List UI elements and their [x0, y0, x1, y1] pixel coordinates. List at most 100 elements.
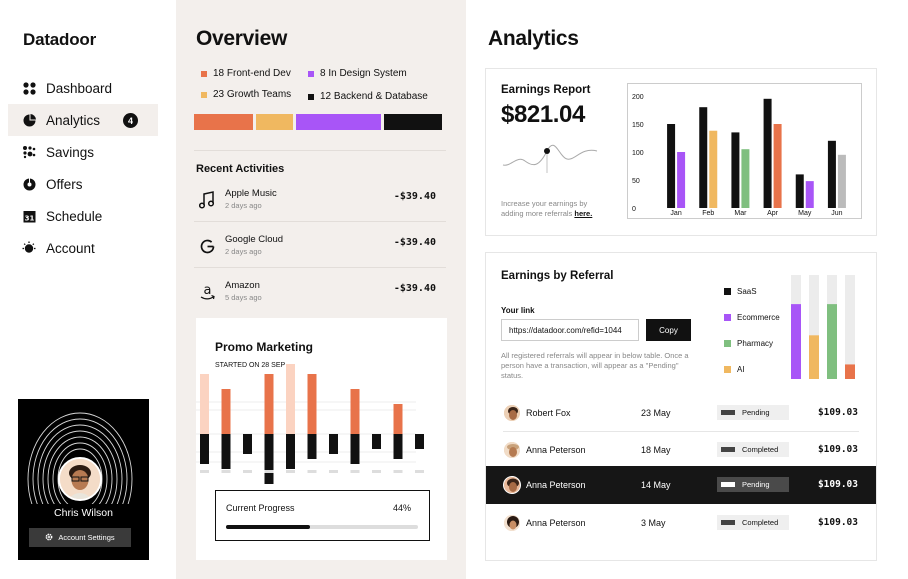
referral-amount: $109.03 — [817, 479, 858, 490]
progress-track — [226, 525, 418, 529]
chart-bar — [795, 174, 804, 208]
sidebar-item-savings[interactable]: Savings — [8, 136, 158, 168]
promo-bar-lower — [307, 434, 317, 459]
status-label: Completed — [742, 518, 779, 527]
x-tick-label: Feb — [702, 210, 714, 217]
account-settings-label: Account Settings — [58, 533, 115, 542]
referral-date: 14 May — [641, 480, 671, 490]
referral-bar-fill — [791, 304, 801, 379]
copy-button[interactable]: Copy — [646, 319, 691, 341]
referral-amount: $109.03 — [817, 407, 858, 418]
promo-bar-lower — [243, 434, 252, 454]
google-icon — [198, 237, 216, 255]
promo-bar-cap — [200, 470, 209, 473]
progress-fill — [226, 525, 311, 529]
list-item[interactable]: Google Cloud 2 days ago -$39.40 — [196, 232, 436, 268]
table-row-highlighted[interactable]: Anna Peterson 14 May Pending $109.03 — [486, 466, 876, 504]
legend-item: AI — [724, 365, 745, 374]
chart-bar — [773, 124, 782, 208]
bar-segment-design — [296, 114, 381, 130]
calendar-icon: 31 — [22, 209, 36, 223]
promo-bar-lower — [286, 434, 295, 469]
promo-bar-upper — [221, 389, 231, 434]
earnings-bar-chart: 0 50 100 150 200 Jan Feb Mar Apr May Jun — [632, 94, 846, 217]
y-tick-label: 0 — [632, 206, 636, 213]
music-note-icon — [198, 191, 216, 209]
legend-label: Ecommerce — [737, 313, 780, 322]
sidebar-item-analytics[interactable]: Analytics 4 — [8, 104, 158, 136]
promo-bar-cap — [415, 470, 424, 473]
legend-label: 23 Growth Teams — [213, 89, 292, 100]
bar-segment-growth — [256, 114, 293, 130]
referral-name: Robert Fox — [526, 408, 571, 418]
promo-bar-cap — [243, 470, 252, 473]
promo-bar-upper — [350, 389, 360, 434]
profile-card: Chris Wilson Account Settings — [18, 399, 149, 560]
legend-swatch — [724, 340, 731, 347]
sidebar-item-label: Dashboard — [46, 80, 113, 96]
notification-badge: 4 — [123, 113, 138, 128]
chart-bar — [699, 107, 708, 208]
calendar-icon-text: 31 — [24, 214, 34, 222]
list-item[interactable]: a Amazon 5 days ago -$39.40 — [196, 278, 436, 314]
sidebar-item-dashboard[interactable]: Dashboard — [8, 72, 158, 104]
referral-amount: $109.03 — [817, 444, 858, 455]
referral-link-field[interactable]: https://datadoor.com/refid=1044 — [501, 319, 639, 341]
referral-name: Anna Peterson — [526, 518, 586, 528]
account-settings-button[interactable]: Account Settings — [29, 528, 131, 547]
sparkline-marker — [544, 148, 550, 154]
legend-item: Ecommerce — [724, 313, 780, 322]
x-tick-label: May — [798, 210, 812, 217]
table-row[interactable]: Anna Peterson 3 May Completed $109.03 — [486, 504, 876, 542]
legend-swatch — [308, 93, 314, 100]
profile-name: Chris Wilson — [54, 507, 113, 519]
sidebar-item-offers[interactable]: Offers — [8, 168, 158, 200]
status-badge: Completed — [717, 442, 789, 457]
referral-bar-fill — [809, 335, 819, 379]
activity-name: Amazon — [225, 280, 260, 291]
list-item[interactable]: Apple Music 2 days ago -$39.40 — [196, 186, 436, 222]
chart-bar — [741, 149, 750, 208]
promo-bar-lower — [350, 434, 360, 464]
divider — [194, 221, 446, 222]
status-badge: Pending — [717, 477, 789, 492]
legend-swatch — [308, 70, 314, 77]
pie-chart-icon — [22, 113, 36, 127]
avatar — [503, 404, 521, 422]
promo-bar-cap — [329, 470, 338, 473]
status-label: Completed — [742, 445, 779, 454]
table-row[interactable]: Robert Fox 23 May Pending $109.03 — [486, 394, 876, 432]
referral-date: 18 May — [641, 445, 671, 455]
legend-swatch — [201, 91, 207, 98]
status-label: Pending — [742, 408, 770, 417]
sidebar-item-schedule[interactable]: 31 Schedule — [8, 200, 158, 232]
legend-label: 12 Backend & Database — [320, 91, 428, 102]
earnings-report-card: Earnings Report $821.04 Increase your ea… — [485, 68, 877, 236]
divider — [194, 150, 446, 151]
sidebar-item-label: Savings — [46, 144, 95, 160]
promo-bar-cap — [307, 470, 317, 473]
avatar — [503, 514, 521, 532]
legend-item: 12 Backend & Database — [308, 91, 428, 102]
activity-amount: -$39.40 — [393, 237, 436, 248]
table-row[interactable]: Anna Peterson 18 May Completed $109.03 — [486, 431, 876, 469]
chart-bar — [667, 124, 676, 208]
promo-bar-cap — [372, 470, 381, 473]
earnings-note-link[interactable]: here. — [574, 209, 592, 218]
earnings-by-referral-card: Earnings by Referral Your link https://d… — [485, 252, 877, 561]
x-tick-label: Jun — [831, 210, 842, 217]
avatar[interactable] — [58, 457, 102, 501]
legend-label: AI — [737, 365, 745, 374]
sidebar-item-account[interactable]: Account — [8, 232, 158, 264]
referral-date: 23 May — [641, 408, 671, 418]
bar-segment-front-end — [194, 114, 253, 130]
chart-bar — [805, 181, 814, 208]
sidebar-item-label: Schedule — [46, 208, 103, 224]
progress-value: 44% — [392, 503, 411, 513]
status-label: Pending — [742, 480, 770, 489]
status-marker — [721, 520, 735, 525]
referral-name: Anna Peterson — [526, 445, 586, 455]
referral-bar-track — [845, 275, 855, 379]
legend-swatch — [724, 366, 731, 373]
promo-bar-upper — [307, 374, 317, 434]
